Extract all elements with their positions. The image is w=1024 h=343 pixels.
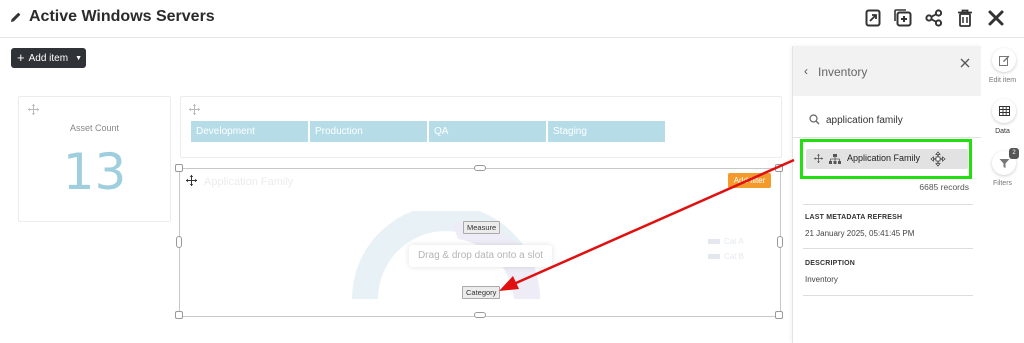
measure-slot[interactable]: Measure: [463, 221, 501, 234]
app-header: Active Windows Servers: [0, 0, 1024, 38]
divider: [793, 137, 982, 138]
add-item-button[interactable]: + Add item ▼: [11, 48, 86, 68]
share-icon[interactable]: [923, 7, 945, 29]
legend-label: Cat A: [724, 237, 744, 246]
add-item-label: Add item: [28, 52, 69, 64]
legend-label: Cat B: [724, 252, 745, 261]
move-handle-icon[interactable]: [186, 175, 197, 186]
close-panel-icon[interactable]: [958, 56, 972, 70]
divider: [803, 295, 973, 296]
edit-item-icon: [998, 55, 1009, 66]
category-slot[interactable]: Category: [462, 286, 501, 299]
gauge-widget[interactable]: Application Family Add filter Measure Dr…: [175, 164, 783, 319]
title-wrap: Active Windows Servers: [10, 8, 215, 26]
resize-handle-e[interactable]: [777, 236, 783, 248]
move-handle-icon[interactable]: [28, 104, 39, 115]
table-icon: [998, 106, 1010, 116]
resize-handle-nw[interactable]: [175, 164, 183, 172]
resize-handle-se[interactable]: [775, 311, 783, 319]
data-button[interactable]: [992, 99, 1016, 123]
plus-icon: +: [17, 50, 25, 65]
tab-development[interactable]: Development: [191, 121, 308, 142]
divider: [803, 204, 973, 205]
edit-item-button[interactable]: [992, 48, 1016, 72]
environment-tabs-widget[interactable]: Development Production QA Staging: [180, 96, 782, 158]
inventory-title: Inventory: [818, 65, 868, 79]
asset-count-label: Asset Count: [69, 123, 120, 133]
inventory-search-input[interactable]: [826, 112, 966, 128]
move-handle-icon[interactable]: [189, 104, 200, 115]
drag-drop-hint: Drag & drop data onto a slot: [409, 245, 552, 267]
tab-staging[interactable]: Staging: [548, 121, 665, 142]
back-chevron-icon[interactable]: ‹: [804, 64, 808, 78]
tab-production[interactable]: Production: [310, 121, 427, 142]
highlight-box: [800, 139, 972, 179]
delete-icon[interactable]: [954, 7, 976, 29]
metadata-value: 21 January 2025, 05:41:45 PM: [805, 229, 915, 238]
legend-swatch: [708, 239, 720, 244]
page-title: Active Windows Servers: [29, 8, 215, 25]
description-heading: DESCRIPTION: [805, 260, 856, 267]
legend-swatch: [708, 254, 720, 259]
divider: [803, 248, 973, 249]
edit-pencil-icon[interactable]: [10, 11, 22, 23]
close-icon[interactable]: [985, 7, 1007, 29]
tabs-row: Development Production QA Staging: [191, 121, 665, 142]
search-icon: [809, 114, 820, 125]
records-count: 6685 records: [919, 182, 969, 192]
resize-handle-s[interactable]: [474, 312, 486, 318]
add-filter-button[interactable]: Add filter: [728, 173, 771, 188]
inventory-header: ‹ Inventory: [793, 46, 982, 96]
edit-item-label: Edit item: [988, 77, 1017, 84]
filter-icon: [999, 158, 1009, 168]
resize-handle-ne[interactable]: [775, 164, 783, 172]
description-value: Inventory: [805, 275, 838, 284]
asset-count-widget[interactable]: Asset Count 13: [18, 96, 171, 222]
filters-label: Filters: [992, 180, 1013, 187]
chevron-down-icon: ▼: [75, 54, 82, 62]
resize-handle-w[interactable]: [176, 236, 182, 248]
side-rail: Edit item Data 2 Filters: [981, 38, 1024, 343]
export-icon[interactable]: [862, 7, 884, 29]
filters-badge: 2: [1009, 148, 1019, 159]
inventory-panel: ‹ Inventory Application Family 6685 reco…: [792, 46, 982, 343]
data-label: Data: [995, 128, 1010, 135]
resize-handle-n[interactable]: [474, 165, 486, 171]
add-copy-icon[interactable]: [892, 7, 914, 29]
resize-handle-sw[interactable]: [175, 311, 183, 319]
tab-qa[interactable]: QA: [429, 121, 546, 142]
metadata-heading: LAST METADATA REFRESH: [805, 214, 903, 221]
asset-count-value: 13: [62, 143, 127, 201]
gauge-title: Application Family: [204, 176, 294, 188]
